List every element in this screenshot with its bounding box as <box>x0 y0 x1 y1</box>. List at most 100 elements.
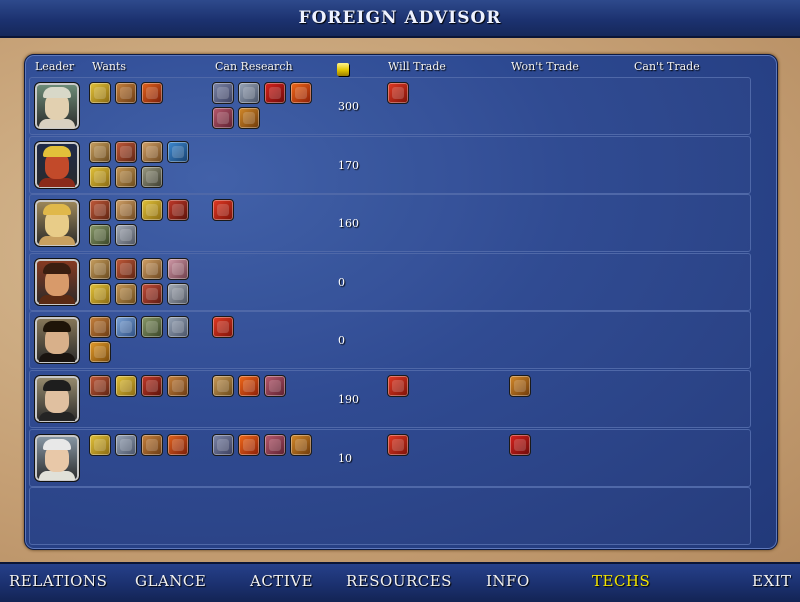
seafaring-tech-icon[interactable] <box>167 140 189 163</box>
chivalry-tech-icon[interactable] <box>264 433 286 456</box>
portrait-body <box>39 470 75 480</box>
civ-row: 170 <box>29 135 751 194</box>
writing-tech-icon[interactable] <box>89 375 111 397</box>
egyptian-leader-portrait[interactable] <box>34 199 80 248</box>
menu-glance[interactable]: GLANCE <box>135 572 206 590</box>
american-leader-portrait[interactable] <box>34 316 80 365</box>
astronomy-tech-icon[interactable] <box>141 165 163 188</box>
currency-tech-icon[interactable] <box>89 316 111 339</box>
literacy-tech-icon[interactable] <box>141 140 163 163</box>
writing-tech-icon[interactable] <box>89 199 111 222</box>
gunpowder-tech-icon[interactable] <box>238 433 260 456</box>
writing-tech-icon[interactable] <box>115 257 137 280</box>
civ-row: 190 <box>29 370 751 428</box>
map-making-tech-icon[interactable] <box>509 375 531 397</box>
column-header-can-research: Can Research <box>215 60 293 73</box>
portrait-headwear <box>43 204 71 216</box>
the-wheel-tech-icon[interactable] <box>141 375 163 397</box>
flag-tech-icon[interactable] <box>212 316 234 339</box>
pottery-tech-icon[interactable] <box>89 341 111 364</box>
iron-working-tech-icon[interactable] <box>115 282 137 305</box>
menu-techs[interactable]: TECHS <box>592 572 650 590</box>
gunpowder-tech-icon[interactable] <box>238 375 260 397</box>
menu-exit[interactable]: EXIT <box>752 572 792 590</box>
monarchy-tech-icon[interactable] <box>89 433 111 456</box>
roman-leader-portrait[interactable] <box>34 82 80 130</box>
gunpowder-tech-icon[interactable] <box>290 82 312 104</box>
writing-tech-icon[interactable] <box>115 140 137 163</box>
currency-tech-icon[interactable] <box>115 82 137 104</box>
civ-row: 0 <box>29 311 751 370</box>
code-of-laws-tech-icon[interactable] <box>167 257 189 280</box>
diplomacy-table: Leader Wants Can Research Will Trade Won… <box>24 54 778 550</box>
menu-info[interactable]: INFO <box>486 572 530 590</box>
column-header-will-trade: Will Trade <box>388 60 446 73</box>
portrait-headwear <box>43 262 71 274</box>
bronze-working-tech-icon[interactable] <box>141 82 163 104</box>
spanish-leader-portrait[interactable] <box>34 257 80 306</box>
feudalism-tech-icon[interactable] <box>212 82 234 104</box>
monarchy-tech-icon[interactable] <box>115 375 137 397</box>
map-making-tech-icon[interactable] <box>290 433 312 456</box>
literacy-tech-icon[interactable] <box>115 199 137 222</box>
menu-active[interactable]: ACTIVE <box>250 572 313 590</box>
flag-tech-icon[interactable] <box>387 375 409 397</box>
window-title: FOREIGN ADVISOR <box>298 8 502 28</box>
civ-row: 160 <box>29 194 751 253</box>
currency-tech-icon[interactable] <box>167 375 189 397</box>
portrait-body <box>39 353 75 363</box>
mysticism-tech-icon[interactable] <box>115 316 137 339</box>
portrait-body <box>39 412 75 421</box>
flag-tech-icon[interactable] <box>212 199 234 222</box>
construction-tech-icon[interactable] <box>141 316 163 339</box>
literacy-tech-icon[interactable] <box>141 257 163 280</box>
monarchy-tech-icon[interactable] <box>89 282 111 305</box>
mathematics-tech-icon[interactable] <box>167 316 189 339</box>
compass-tech-icon[interactable] <box>167 282 189 305</box>
gold-amount: 170 <box>338 158 359 172</box>
menu-resources[interactable]: RESOURCES <box>346 572 452 590</box>
indian-leader-portrait[interactable] <box>34 433 80 482</box>
portrait-body <box>39 177 75 187</box>
column-header-cant-trade: Can't Trade <box>634 60 700 73</box>
menu-relations[interactable]: RELATIONS <box>9 572 107 590</box>
philosophy-tech-icon[interactable] <box>89 140 111 163</box>
portrait-body <box>39 119 75 128</box>
english-leader-portrait[interactable] <box>34 375 80 423</box>
aztec-leader-portrait[interactable] <box>34 140 80 189</box>
iron-working-tech-icon[interactable] <box>212 375 234 397</box>
portrait-body <box>39 236 75 246</box>
column-header-leader: Leader <box>35 60 75 73</box>
philosophy-tech-icon[interactable] <box>89 257 111 280</box>
chivalry-tech-icon[interactable] <box>264 375 286 397</box>
currency-tech-icon[interactable] <box>141 433 163 456</box>
portrait-headwear <box>43 380 71 391</box>
the-wheel-tech-icon[interactable] <box>167 199 189 222</box>
mathematics-tech-icon[interactable] <box>115 433 137 456</box>
gold-amount: 300 <box>338 100 359 113</box>
gold-amount: 160 <box>338 217 359 231</box>
gold-amount: 0 <box>338 275 345 289</box>
monarchy-tech-icon[interactable] <box>89 165 111 188</box>
civ-row: 10 <box>29 428 751 487</box>
table-header: Leader Wants Can Research Will Trade Won… <box>25 59 777 76</box>
iron-working-tech-icon[interactable] <box>115 165 137 188</box>
compass-tech-icon[interactable] <box>115 224 137 247</box>
map-making-tech-icon[interactable] <box>238 107 260 129</box>
communism-tech-icon[interactable] <box>264 82 286 104</box>
bottom-menu: RELATIONS GLANCE ACTIVE RESOURCES INFO T… <box>0 562 800 602</box>
feudalism-tech-icon[interactable] <box>212 433 234 456</box>
flag-tech-icon[interactable] <box>387 433 409 456</box>
chivalry-tech-icon[interactable] <box>212 107 234 129</box>
bronze-working-tech-icon[interactable] <box>167 433 189 456</box>
construction-tech-icon[interactable] <box>89 224 111 247</box>
mathematics-tech-icon[interactable] <box>238 82 260 104</box>
flag-tech-icon[interactable] <box>387 82 409 104</box>
monarchy-tech-icon[interactable] <box>89 82 111 104</box>
communism-tech-icon[interactable] <box>509 433 531 456</box>
monarchy-tech-icon[interactable] <box>141 199 163 222</box>
horseback-riding-tech-icon[interactable] <box>141 282 163 305</box>
gold-amount: 190 <box>338 393 359 406</box>
portrait-body <box>39 294 75 304</box>
portrait-headwear <box>43 321 71 333</box>
